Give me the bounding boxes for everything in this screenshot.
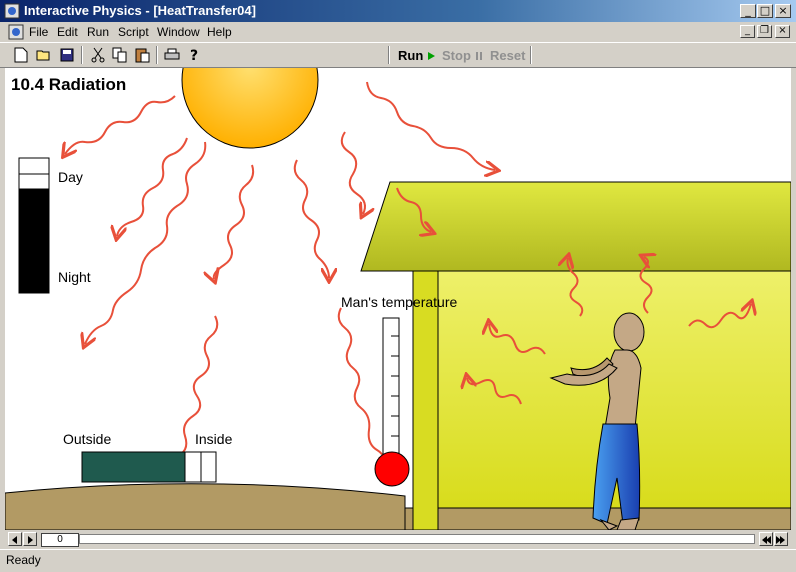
reset-button[interactable]: Reset bbox=[490, 48, 525, 63]
pause-icon bbox=[475, 52, 482, 60]
toolbar-separator bbox=[156, 46, 158, 64]
run-button[interactable]: Run bbox=[398, 48, 436, 63]
help-button[interactable]: ? bbox=[184, 45, 206, 65]
document-icon[interactable] bbox=[8, 24, 24, 40]
ground bbox=[5, 483, 406, 530]
temperature-label: Man's temperature bbox=[341, 294, 457, 310]
print-button[interactable] bbox=[161, 45, 183, 65]
menu-script[interactable]: Script bbox=[118, 25, 149, 39]
stop-button[interactable]: Stop bbox=[442, 48, 484, 63]
copy-button[interactable] bbox=[109, 45, 131, 65]
play-icon bbox=[427, 52, 435, 60]
menu-edit[interactable]: Edit bbox=[57, 25, 78, 39]
day-label: Day bbox=[58, 169, 83, 185]
ray bbox=[337, 307, 386, 468]
sun bbox=[181, 68, 319, 149]
toolbar-separator bbox=[388, 46, 390, 64]
svg-text:?: ? bbox=[190, 48, 198, 63]
paste-clipboard-icon bbox=[135, 48, 150, 63]
house-roof bbox=[360, 181, 791, 272]
ray bbox=[117, 137, 188, 236]
ray bbox=[366, 81, 495, 170]
title-bar: Interactive Physics - [HeatTransfer04] _… bbox=[0, 0, 796, 22]
menu-help[interactable]: Help bbox=[207, 25, 232, 39]
scissors-icon bbox=[91, 47, 105, 63]
save-button[interactable] bbox=[56, 45, 78, 65]
new-button[interactable] bbox=[10, 45, 32, 65]
cut-button[interactable] bbox=[87, 45, 109, 65]
skip-back-icon bbox=[762, 536, 771, 544]
doc-close-button[interactable]: × bbox=[775, 25, 790, 38]
maximize-button[interactable]: □ bbox=[757, 4, 773, 18]
thermometer-tube bbox=[382, 317, 400, 461]
step-forward-button[interactable] bbox=[23, 532, 37, 546]
step-back-icon bbox=[12, 536, 17, 544]
frame-counter[interactable]: 0 bbox=[41, 533, 79, 547]
doc-minimize-button[interactable]: _ bbox=[740, 25, 755, 38]
close-button[interactable]: × bbox=[775, 4, 791, 18]
app-icon bbox=[4, 3, 20, 19]
outside-label: Outside bbox=[63, 431, 111, 447]
night-label: Night bbox=[58, 269, 91, 285]
minimize-button[interactable]: _ bbox=[740, 4, 756, 18]
menu-window[interactable]: Window bbox=[157, 25, 200, 39]
menu-file[interactable]: File bbox=[29, 25, 48, 39]
ray bbox=[340, 131, 365, 214]
ray bbox=[293, 159, 329, 278]
simulation-canvas[interactable]: 10.4 Radiation Day Night Outside Inside … bbox=[5, 68, 791, 530]
outside-inside-slider[interactable] bbox=[81, 451, 217, 483]
toolbar-separator bbox=[530, 46, 532, 64]
open-button[interactable] bbox=[33, 45, 55, 65]
help-question-icon: ? bbox=[190, 48, 198, 63]
paste-button[interactable] bbox=[131, 45, 153, 65]
doc-restore-button[interactable]: ❐ bbox=[757, 25, 772, 38]
ray bbox=[85, 141, 207, 344]
time-controls: 0 bbox=[5, 530, 791, 548]
run-label: Run bbox=[398, 48, 424, 63]
new-file-icon bbox=[14, 47, 28, 63]
day-night-slider[interactable] bbox=[18, 157, 50, 294]
open-folder-icon bbox=[36, 50, 50, 61]
toolbar-separator bbox=[81, 46, 83, 64]
inside-label: Inside bbox=[195, 431, 233, 447]
printer-icon bbox=[164, 48, 180, 60]
stop-label: Stop bbox=[442, 48, 471, 63]
menu-bar: File Edit Run Script Window Help _ ❐ × bbox=[0, 22, 796, 42]
toolbar: ? Run Stop Reset bbox=[0, 42, 796, 68]
thermometer bbox=[374, 317, 410, 487]
window-title: Interactive Physics - [HeatTransfer04] bbox=[24, 3, 256, 18]
ray bbox=[65, 95, 176, 154]
status-bar: Ready bbox=[0, 549, 796, 572]
save-disk-icon bbox=[60, 48, 74, 62]
skip-forward-icon bbox=[776, 536, 785, 544]
copy-icon bbox=[112, 47, 127, 63]
scene-drawing: 10.4 Radiation Day Night Outside Inside … bbox=[5, 68, 791, 530]
step-back-button[interactable] bbox=[8, 532, 22, 546]
timeline-track[interactable] bbox=[79, 534, 755, 544]
scene-heading: 10.4 Radiation bbox=[11, 75, 126, 94]
menu-run[interactable]: Run bbox=[87, 25, 109, 39]
ray bbox=[214, 164, 255, 279]
step-forward-icon bbox=[28, 536, 33, 544]
man-head bbox=[613, 312, 645, 352]
ray bbox=[171, 315, 219, 474]
thermometer-bulb bbox=[374, 451, 410, 487]
skip-forward-button[interactable] bbox=[774, 532, 788, 546]
skip-back-button[interactable] bbox=[759, 532, 773, 546]
status-text: Ready bbox=[6, 553, 41, 567]
